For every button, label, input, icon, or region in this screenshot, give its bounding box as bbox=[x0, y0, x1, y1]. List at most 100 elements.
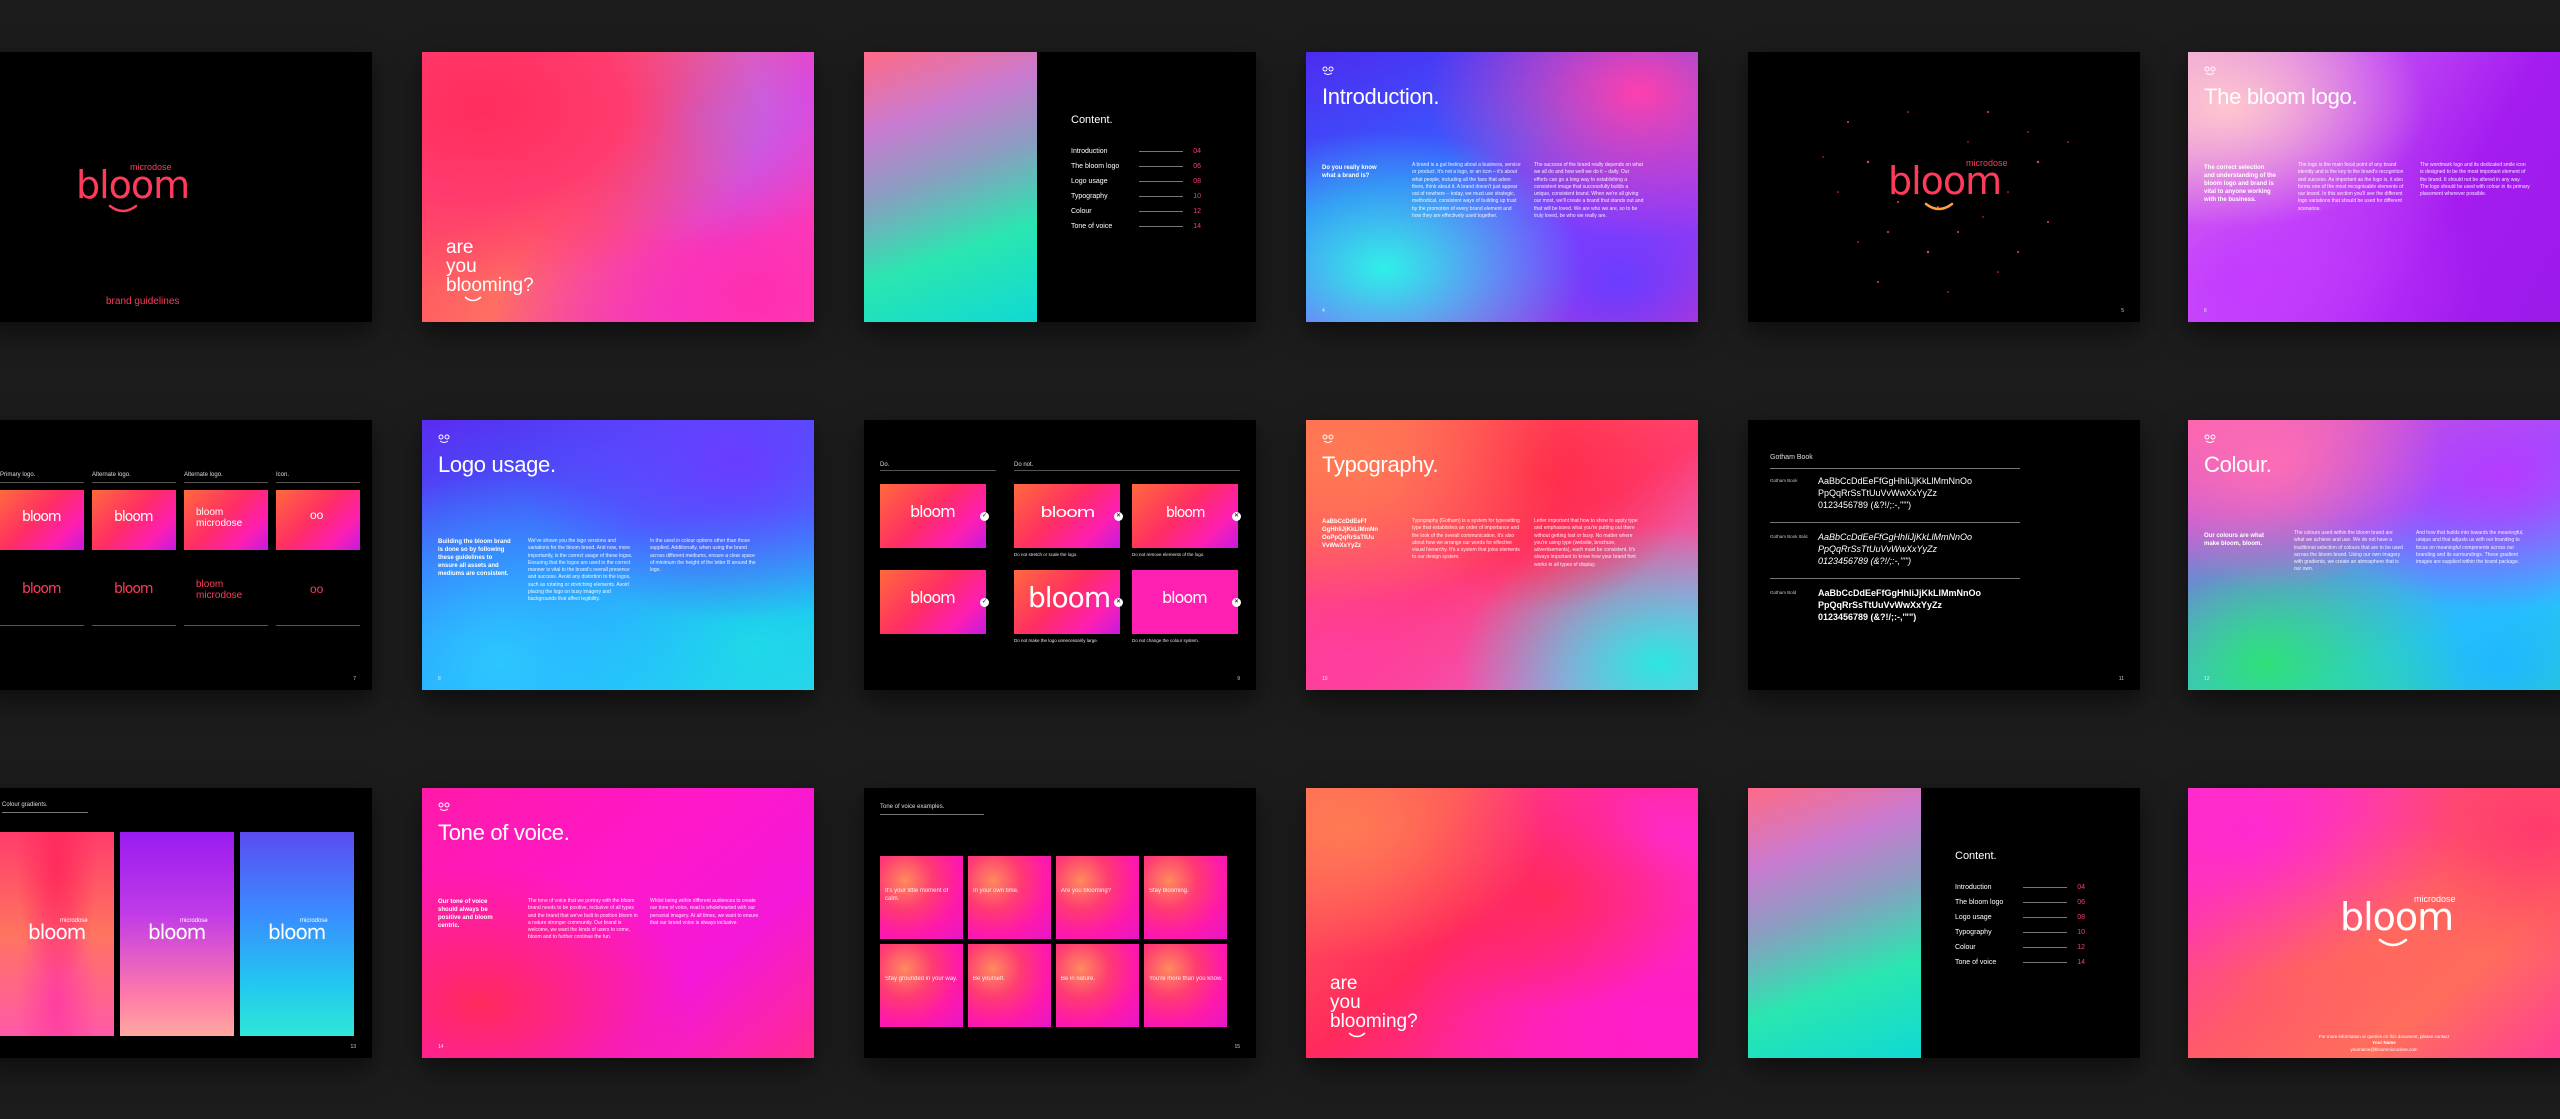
slide-cover[interactable]: microdose bloom brand guidelines bbox=[0, 52, 372, 322]
toc-item[interactable]: Colour 12 bbox=[1071, 204, 1201, 219]
lead-text: Do you really know what a brand is? bbox=[1322, 165, 1377, 180]
tone-tile[interactable]: Stay blooming. bbox=[1144, 856, 1227, 939]
logo-tile[interactable]: bloom bbox=[0, 490, 84, 550]
dont-caption: Do not stretch or scale the logo. bbox=[1014, 552, 1078, 557]
slide-closing-slogan[interactable]: are you blooming? bbox=[1306, 788, 1698, 1058]
toc-item[interactable]: The bloom logo 06 bbox=[1955, 895, 2085, 910]
slide-tone-of-voice[interactable]: Tone of voice. Our tone of voice should … bbox=[422, 788, 814, 1058]
dont-example[interactable]: bloom bbox=[1132, 484, 1238, 548]
smile-icon bbox=[108, 204, 138, 213]
page-number: 4 bbox=[1322, 308, 1325, 314]
slide-bloom-logo[interactable]: The bloom logo. The correct selection an… bbox=[2188, 52, 2560, 322]
dont-caption: Do not change the colour system. bbox=[1132, 638, 1200, 643]
font-weight-label: Gotham Book Italic bbox=[1770, 534, 1809, 539]
cross-icon: ✕ bbox=[1114, 598, 1123, 607]
slide-title: Typography. bbox=[1322, 452, 1439, 477]
toc-item[interactable]: Introduction 04 bbox=[1071, 144, 1201, 159]
slide-colour[interactable]: Colour. Our colours are what make bloom,… bbox=[2188, 420, 2560, 690]
toc-item[interactable]: Typography 10 bbox=[1955, 925, 2085, 940]
toc-item[interactable]: Tone of voice 14 bbox=[1955, 955, 2085, 970]
slide-title: Tone of voice examples. bbox=[880, 804, 945, 810]
moodboard-canvas: microdose bloom brand guidelines are you… bbox=[0, 0, 2560, 1119]
body-col-1: A brand is a gut feeling about a busines… bbox=[1412, 162, 1521, 219]
tone-tile[interactable]: Be in nature. bbox=[1056, 944, 1139, 1027]
body-col-1: We've shown you the logo versions and va… bbox=[528, 538, 633, 602]
slide-tone-examples[interactable]: Tone of voice examples. It's your little… bbox=[864, 788, 1256, 1058]
slogan-line-1: are bbox=[446, 237, 474, 258]
gradient-panel bbox=[864, 52, 1037, 322]
slide-are-you-blooming[interactable]: are you blooming? bbox=[422, 52, 814, 322]
slide-introduction[interactable]: Introduction. Do you really know what a … bbox=[1306, 52, 1698, 322]
logo-tile[interactable]: oo bbox=[276, 490, 360, 550]
tone-tile[interactable]: Stay grounded in your way. bbox=[880, 944, 963, 1027]
mini-logo-icon bbox=[2204, 66, 2216, 76]
toc-item[interactable]: The bloom logo 06 bbox=[1071, 159, 1201, 174]
toc-item[interactable]: Introduction 04 bbox=[1955, 880, 2085, 895]
mini-logo-icon bbox=[2204, 434, 2216, 444]
slide-contents-2[interactable]: Content. Introduction 04 The bloom logo 06… bbox=[1748, 788, 2140, 1058]
dont-caption: Do not remove elements of the logo. bbox=[1132, 552, 1205, 557]
page-number: 13 bbox=[350, 1044, 356, 1050]
body-col-2: The success of the brand really depends … bbox=[1534, 162, 1644, 219]
slide-do-dont[interactable]: Do. Do not. bloom ✓ bloom ✕ bloom ✕ Do n… bbox=[864, 420, 1256, 690]
toc-title: Content. bbox=[1955, 850, 1997, 862]
dont-example[interactable]: bloom bbox=[1014, 484, 1120, 548]
gradient-card-warm[interactable]: microdose bloom bbox=[0, 832, 114, 1036]
lead-text: AaBbCcDdEeFf GgHhIiJjKkLlMmNn OoPpQqRrSs… bbox=[1322, 519, 1379, 550]
tone-tile[interactable]: In your own time. bbox=[968, 856, 1051, 939]
toc-item[interactable]: Logo usage 08 bbox=[1071, 174, 1201, 189]
toc-item[interactable]: Logo usage 08 bbox=[1955, 910, 2085, 925]
slide-colour-gradients[interactable]: Colour gradients. microdose bloom microd… bbox=[0, 788, 372, 1058]
slogan-line-2: you bbox=[1330, 992, 1361, 1013]
body-col-2: In the used in colour options other than… bbox=[650, 538, 756, 573]
table-of-contents: Content. Introduction 04 The bloom logo 06… bbox=[1955, 850, 2085, 970]
specimen-line: PpQqRrSsTtUuVvWwXxYyZz bbox=[1818, 544, 1938, 554]
body-col-2: Whilst being within different audiences … bbox=[650, 898, 759, 926]
slide-closing-logo[interactable]: microdose bloom For more information or … bbox=[2188, 788, 2560, 1058]
tone-tile[interactable]: It's your little moment of calm. bbox=[880, 856, 963, 939]
specimen-line: 0123456789 (&?!/;:-,'"") bbox=[1818, 556, 1912, 566]
toc-item[interactable]: Tone of voice 14 bbox=[1071, 219, 1201, 234]
do-example[interactable]: bloom bbox=[880, 570, 986, 634]
tone-tile[interactable]: You're more than you know. bbox=[1144, 944, 1227, 1027]
slide-contents[interactable]: Content. Introduction 04 The bloom logo 06… bbox=[864, 52, 1256, 322]
toc-item[interactable]: Typography 10 bbox=[1071, 189, 1201, 204]
logo-tile[interactable]: bloom bbox=[92, 490, 176, 550]
smile-icon bbox=[464, 296, 482, 302]
tone-tile[interactable]: Are you blooming? bbox=[1056, 856, 1139, 939]
page-number: 6 bbox=[2204, 308, 2207, 314]
slide-title: Colour gradients. bbox=[2, 802, 48, 808]
dont-example[interactable]: bloom bbox=[1014, 570, 1120, 634]
body-col-1: The logo is the main focal point of any … bbox=[2298, 162, 2404, 212]
slide-title: Colour. bbox=[2204, 452, 2272, 477]
slide-logo-usage[interactable]: Logo usage. Building the bloom brand is … bbox=[422, 420, 814, 690]
specimen-line: AaBbCcDdEeFfGgHhIiJjKkLlMmNnOo bbox=[1818, 532, 1973, 542]
body-col-1: The colours used within the bloom brand … bbox=[2294, 530, 2403, 573]
slide-logo-variants[interactable]: Primary logo. Alternate logo. Alternate … bbox=[0, 420, 372, 690]
cross-icon: ✕ bbox=[1114, 512, 1123, 521]
lead-text: The correct selection and understanding … bbox=[2204, 165, 2276, 204]
gradient-card-purple[interactable]: microdose bloom bbox=[120, 832, 234, 1036]
toc-item[interactable]: Colour 12 bbox=[1955, 940, 2085, 955]
variant-header: Icon. bbox=[276, 472, 290, 478]
gradient-panel bbox=[1748, 788, 1921, 1058]
slide-typography[interactable]: Typography. AaBbCcDdEeFf GgHhIiJjKkLlMmN… bbox=[1306, 420, 1698, 690]
specimen-line: AaBbCcDdEeFfGgHhIiJjKkLlMmNnOo bbox=[1818, 588, 1982, 598]
icon-mono: oo bbox=[310, 582, 324, 596]
tone-tile[interactable]: Be yourself. bbox=[968, 944, 1051, 1027]
body-col-2: Letter important that how to show to app… bbox=[1534, 518, 1638, 568]
slide-starfield-logo[interactable]: microdose bloom 5 bbox=[1748, 52, 2140, 322]
page-number: 7 bbox=[353, 676, 356, 682]
font-weight-label: Gotham Bold bbox=[1770, 590, 1797, 595]
do-example[interactable]: bloom bbox=[880, 484, 986, 548]
body-col-1: Typography (Gotham) is a system for type… bbox=[1412, 518, 1520, 561]
logo-tile[interactable]: bloom microdose bbox=[184, 490, 268, 550]
dont-example[interactable]: bloom bbox=[1132, 570, 1238, 634]
page-number: 14 bbox=[438, 1044, 444, 1050]
page-number: 8 bbox=[438, 676, 441, 682]
gradient-card-cool[interactable]: microdose bloom bbox=[240, 832, 354, 1036]
page-number: 9 bbox=[1237, 676, 1240, 682]
page-number: 12 bbox=[2204, 676, 2210, 682]
slide-font-specimen[interactable]: Gotham Book Gotham Book AaBbCcDdEeFfGgHh… bbox=[1748, 420, 2140, 690]
smile-icon bbox=[2378, 938, 2408, 947]
